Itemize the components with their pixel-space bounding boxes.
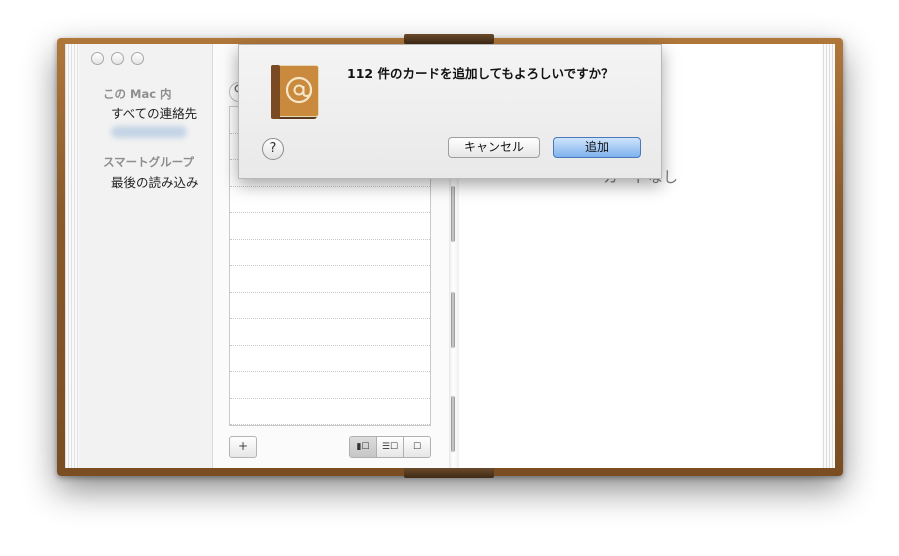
group-last-import[interactable]: 最後の読み込み bbox=[111, 172, 199, 191]
page-edge-right bbox=[821, 44, 835, 468]
list-row[interactable] bbox=[230, 319, 430, 346]
page-edge-left bbox=[65, 44, 79, 468]
view-groups-list-card-button[interactable]: ▮☐ bbox=[350, 437, 376, 457]
list-row[interactable] bbox=[230, 187, 430, 213]
dialog-message: 112 件のカードを追加してもよろしいですか？ bbox=[347, 66, 614, 81]
cancel-button[interactable]: キャンセル bbox=[448, 137, 540, 158]
binding-ring bbox=[451, 292, 455, 348]
binding-ring bbox=[451, 396, 455, 452]
list-row[interactable] bbox=[230, 266, 430, 293]
book-strap-bottom bbox=[404, 468, 494, 478]
binding-ring bbox=[451, 186, 455, 242]
list-row[interactable] bbox=[230, 293, 430, 319]
zoom-window-button[interactable] bbox=[131, 52, 144, 65]
help-button[interactable]: ? bbox=[262, 138, 284, 160]
group-account-blurred[interactable] bbox=[111, 126, 187, 138]
section-header-local: この Mac 内 bbox=[103, 87, 172, 101]
add-button[interactable]: 追加 bbox=[553, 137, 641, 158]
add-contact-button[interactable]: + bbox=[229, 436, 257, 458]
view-mode-segmented-control: ▮☐ ☰☐ ☐ bbox=[349, 436, 431, 458]
view-list-card-button[interactable]: ☰☐ bbox=[376, 437, 403, 457]
section-header-smart: スマートグループ bbox=[103, 155, 194, 169]
list-row[interactable] bbox=[230, 372, 430, 399]
window-controls bbox=[91, 52, 144, 65]
group-all-contacts[interactable]: すべての連絡先 bbox=[111, 103, 197, 122]
groups-sidebar: この Mac 内 すべての連絡先 スマートグループ 最後の読み込み bbox=[79, 44, 213, 468]
minimize-window-button[interactable] bbox=[111, 52, 124, 65]
list-row[interactable] bbox=[230, 346, 430, 372]
address-book-icon bbox=[267, 61, 323, 123]
list-row[interactable] bbox=[230, 240, 430, 266]
add-cards-confirm-dialog: 112 件のカードを追加してもよろしいですか？ ? キャンセル 追加 bbox=[238, 44, 662, 179]
close-window-button[interactable] bbox=[91, 52, 104, 65]
book-strap-top bbox=[404, 34, 494, 44]
list-row[interactable] bbox=[230, 213, 430, 240]
list-row[interactable] bbox=[230, 399, 430, 425]
list-bottom-bar: + ▮☐ ☰☐ ☐ bbox=[229, 436, 431, 458]
view-card-only-button[interactable]: ☐ bbox=[403, 437, 430, 457]
